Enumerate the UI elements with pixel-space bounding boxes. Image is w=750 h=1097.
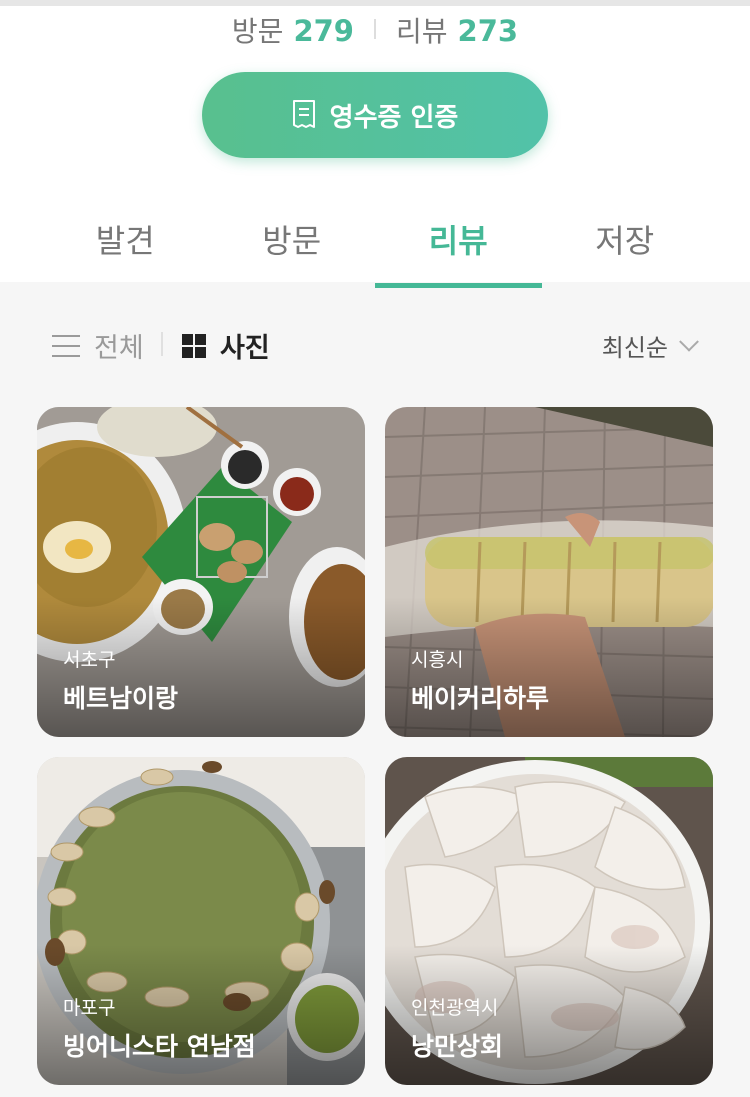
visit-label: 방문	[231, 15, 284, 48]
card-region: 시흥시	[411, 649, 464, 671]
grid-icon	[182, 333, 206, 358]
tab-bar: 발견 방문 리뷰 저장	[42, 206, 708, 288]
card-title: 빙어니스타 연남점	[63, 1032, 256, 1061]
review-count[interactable]: 273	[458, 14, 519, 48]
stats-row: 방문 279 리뷰 273	[0, 10, 750, 50]
review-label: 리뷰	[396, 15, 448, 48]
filter-all-button[interactable]: 전체	[52, 326, 144, 365]
card-title: 베이커리하루	[411, 684, 550, 713]
review-card[interactable]: 서초구 베트남이랑	[37, 407, 365, 737]
card-title: 베트남이랑	[63, 684, 179, 713]
sort-dropdown[interactable]: 최신순	[601, 328, 699, 363]
chevron-down-icon	[679, 331, 699, 352]
receipt-button-label: 영수증 인증	[329, 102, 459, 133]
filter-divider	[161, 332, 163, 356]
tab-reviews[interactable]: 리뷰	[375, 206, 542, 288]
tab-visits[interactable]: 방문	[209, 206, 376, 288]
filter-photo-label: 사진	[220, 333, 270, 364]
list-icon	[52, 334, 80, 358]
sort-label: 최신순	[601, 334, 668, 362]
tab-saved[interactable]: 저장	[542, 206, 709, 288]
review-card[interactable]: 시흥시 베이커리하루	[385, 407, 713, 737]
card-region: 마포구	[63, 997, 116, 1019]
stats-divider	[374, 19, 376, 39]
review-card[interactable]: 인천광역시 낭만상회	[385, 757, 713, 1085]
tab-discover[interactable]: 발견	[42, 206, 209, 288]
profile-header: 방문 279 리뷰 273 영수증 인증 발견 방문 리뷰 저장	[0, 0, 750, 288]
card-title: 낭만상회	[411, 1032, 504, 1061]
visit-count[interactable]: 279	[293, 14, 354, 48]
filter-photo-button[interactable]: 사진	[182, 326, 270, 365]
receipt-icon	[292, 100, 315, 128]
filter-all-label: 전체	[94, 333, 144, 364]
review-card[interactable]: 마포구 빙어니스타 연남점	[37, 757, 365, 1085]
card-region: 인천광역시	[411, 997, 499, 1019]
receipt-verify-button[interactable]: 영수증 인증	[202, 72, 548, 158]
filter-bar: 전체 사진 최신순	[0, 318, 750, 370]
card-region: 서초구	[63, 649, 116, 671]
